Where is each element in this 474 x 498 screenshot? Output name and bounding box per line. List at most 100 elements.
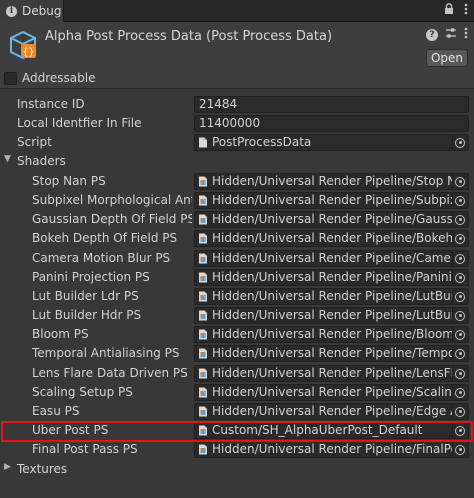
shader-field[interactable]: Hidden/Universal Render Pipeline/Edge Ad… [194, 403, 469, 420]
local-identifier-label: Local Identfier In File [17, 116, 142, 130]
object-picker-icon[interactable] [452, 308, 467, 323]
shader-label: Lut Builder Hdr PS [32, 308, 142, 322]
shader-row: Bloom PS Hidden/Universal Render Pipeline… [0, 325, 474, 344]
shader-row: Lut Builder Hdr PS Hidden/Universal Rende… [0, 306, 474, 325]
open-button[interactable]: Open [426, 49, 468, 67]
expanded-arrow-icon: ▼ [4, 154, 11, 164]
shader-file-icon [199, 233, 207, 244]
shader-value: Hidden/Universal Render Pipeline/Edge Ad… [212, 404, 452, 418]
header-title: Alpha Post Process Data (Post Process Da… [45, 29, 333, 44]
shader-field[interactable]: Hidden/Universal Render Pipeline/Bloom [194, 326, 469, 343]
shader-file-icon [199, 176, 207, 187]
shader-label: Lens Flare Data Driven PS [32, 366, 188, 380]
shader-file-icon [199, 368, 207, 379]
shader-label: Bokeh Depth Of Field PS [32, 231, 178, 245]
shader-field[interactable]: Hidden/Universal Render Pipeline/BokehDe… [194, 230, 469, 247]
shader-label: Final Post Pass PS [32, 442, 138, 456]
shader-row: Gaussian Depth Of Field PS Hidden/Univers… [0, 210, 474, 229]
object-picker-icon[interactable] [452, 193, 467, 208]
sliders-icon[interactable] [445, 27, 457, 42]
collapsed-arrow-icon: ▶ [4, 462, 11, 472]
shaders-foldout[interactable]: ▼ Shaders [0, 152, 474, 171]
shader-value: Hidden/Universal Render Pipeline/Tempora… [212, 346, 452, 360]
shader-field[interactable]: Hidden/Universal Render Pipeline/FinalPo… [194, 441, 469, 458]
shader-value: Hidden/Universal Render Pipeline/Bloom [212, 327, 452, 341]
local-identifier-field[interactable]: 11400000 [194, 115, 469, 132]
shader-value: Hidden/Universal Render Pipeline/BokehDe… [212, 231, 452, 245]
object-picker-icon[interactable] [452, 385, 467, 400]
instance-id-row: Instance ID 21484 [0, 95, 474, 114]
shader-field[interactable]: Hidden/Universal Render Pipeline/Tempora… [194, 345, 469, 362]
object-picker-icon[interactable] [452, 174, 467, 189]
shader-field[interactable]: Hidden/Universal Render Pipeline/Stop Na… [194, 173, 469, 190]
object-picker-icon[interactable] [452, 231, 467, 246]
shader-label: Lut Builder Ldr PS [32, 289, 139, 303]
highlight-box [1, 421, 473, 442]
shader-value: Hidden/Universal Render Pipeline/LutBuil… [212, 289, 452, 303]
shader-row: Bokeh Depth Of Field PS Hidden/Universal … [0, 229, 474, 248]
shader-file-icon [199, 329, 207, 340]
object-picker-icon[interactable] [452, 289, 467, 304]
help-icon[interactable]: ? [426, 28, 438, 41]
shader-field[interactable]: Hidden/Universal Render Pipeline/PaniniP… [194, 269, 469, 286]
tab-bar: i Debug [0, 0, 474, 22]
shader-row: Camera Motion Blur PS Hidden/Universal Re… [0, 249, 474, 268]
shader-row: Lut Builder Ldr PS Hidden/Universal Rende… [0, 287, 474, 306]
object-picker-icon[interactable] [452, 212, 467, 227]
object-picker-icon[interactable] [452, 135, 467, 150]
shader-row: Easu PS Hidden/Universal Render Pipeline/… [0, 402, 474, 421]
shader-file-icon [199, 253, 207, 264]
shader-field[interactable]: Hidden/Universal Render Pipeline/Subpixe… [194, 192, 469, 209]
shader-row: Subpixel Morphological Antial Hidden/Univ… [0, 191, 474, 210]
object-picker-icon[interactable] [452, 366, 467, 381]
shader-field[interactable]: Hidden/Universal Render Pipeline/Scaling… [194, 384, 469, 401]
instance-id-label: Instance ID [17, 97, 85, 111]
tab-debug[interactable]: i Debug [0, 0, 64, 22]
shader-file-icon [199, 310, 207, 321]
shader-file-icon [199, 348, 207, 359]
shader-file-icon [199, 444, 207, 455]
shader-label: Temporal Antialiasing PS [32, 346, 180, 360]
shader-row: Lens Flare Data Driven PS Hidden/Universa… [0, 364, 474, 383]
shader-field[interactable]: Hidden/Universal Render Pipeline/CameraM… [194, 250, 469, 267]
shader-field[interactable]: Hidden/Universal Render Pipeline/LutBuil… [194, 288, 469, 305]
addressable-checkbox[interactable] [4, 71, 17, 85]
script-field[interactable]: PostProcessData [194, 134, 469, 151]
shader-label: Panini Projection PS [32, 270, 150, 284]
shader-value: Hidden/Universal Render Pipeline/CameraM… [212, 251, 452, 265]
shader-label: Gaussian Depth Of Field PS [32, 212, 192, 226]
object-picker-icon[interactable] [452, 270, 467, 285]
object-picker-icon[interactable] [452, 346, 467, 361]
shader-field[interactable]: Hidden/Universal Render Pipeline/Gaussia… [194, 211, 469, 228]
instance-id-field[interactable]: 21484 [194, 96, 469, 113]
shader-label: Bloom PS [32, 327, 89, 341]
shader-file-icon [199, 387, 207, 398]
shader-file-icon [199, 291, 207, 302]
local-identifier-row: Local Identfier In File 11400000 [0, 114, 474, 133]
addressable-row: Addressable [0, 68, 474, 89]
kebab-menu-icon[interactable] [464, 27, 468, 42]
shader-row: Panini Projection PS Hidden/Universal Ren… [0, 268, 474, 287]
object-picker-icon[interactable] [452, 327, 467, 342]
shader-value: Hidden/Universal Render Pipeline/LutBuil… [212, 308, 452, 322]
shader-file-icon [199, 272, 207, 283]
textures-label: Textures [17, 462, 68, 476]
object-picker-icon[interactable] [452, 251, 467, 266]
textures-foldout[interactable]: ▶ Textures [0, 460, 474, 479]
shader-row: Final Post Pass PS Hidden/Universal Rende… [0, 440, 474, 459]
shader-row: Stop Nan PS Hidden/Universal Render Pipel… [0, 172, 474, 191]
shader-label: Stop Nan PS [32, 174, 106, 188]
svg-text:{}: {} [22, 47, 34, 58]
script-label: Script [17, 135, 52, 149]
header-tools: ? [426, 27, 468, 42]
shader-field[interactable]: Hidden/Universal Render Pipeline/LensFla… [194, 365, 469, 382]
lock-icon[interactable] [444, 3, 454, 18]
object-picker-icon[interactable] [452, 404, 467, 419]
shader-label: Easu PS [32, 404, 80, 418]
tab-label: Debug [22, 4, 62, 18]
object-picker-icon[interactable] [452, 442, 467, 457]
info-icon: i [6, 5, 17, 17]
shader-label: Subpixel Morphological Antial [32, 193, 192, 207]
kebab-menu-icon[interactable] [464, 3, 468, 18]
shader-field[interactable]: Hidden/Universal Render Pipeline/LutBuil… [194, 307, 469, 324]
